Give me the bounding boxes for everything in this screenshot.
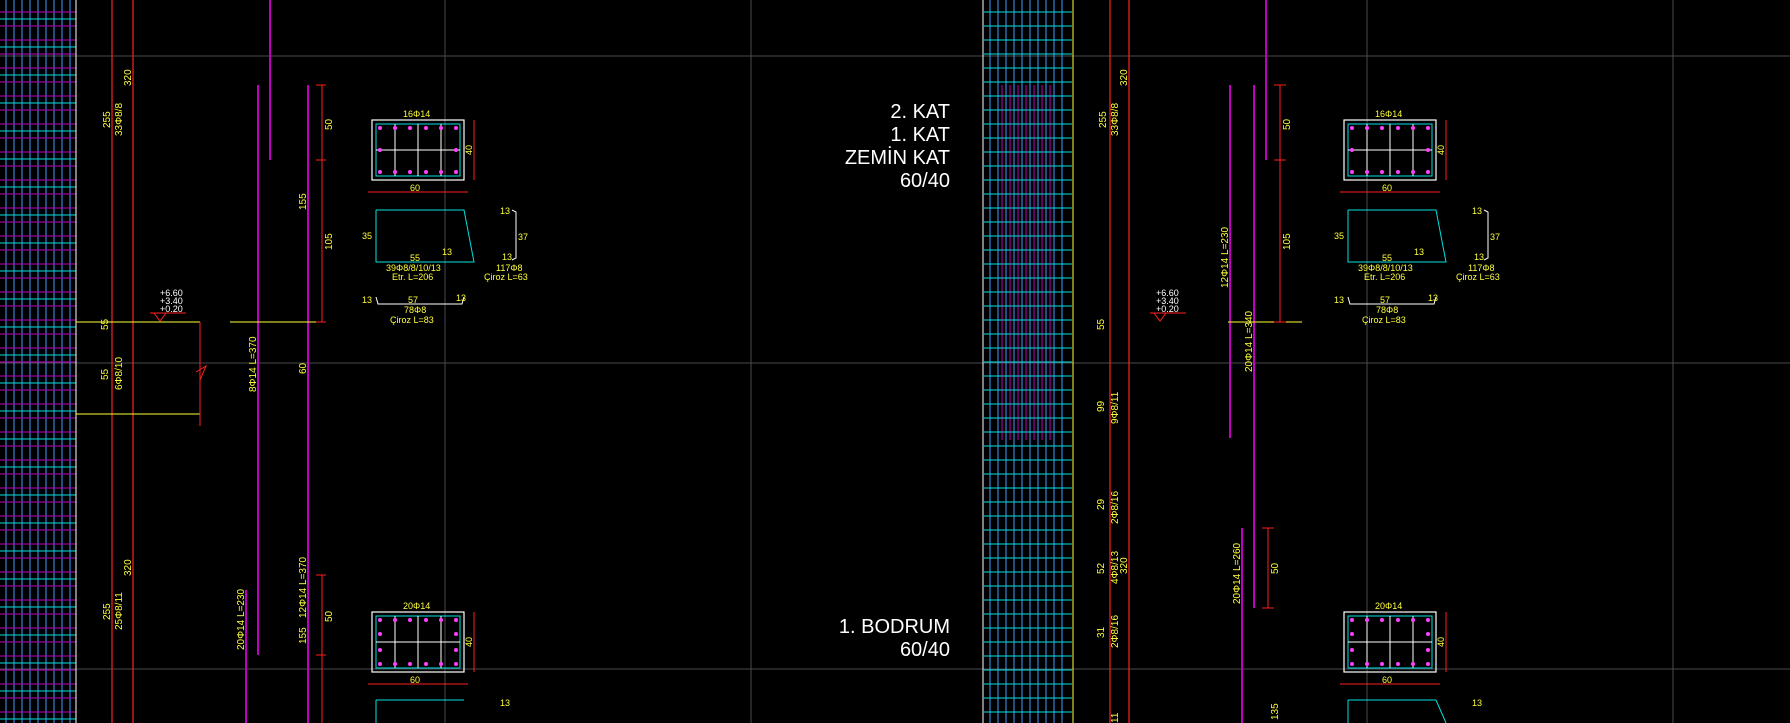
left-dim-320-top: 320 (123, 69, 134, 86)
bottom-right-bars: 20Φ14 (1375, 601, 1402, 611)
right-bar-c: 20Φ14 L=260 (1232, 542, 1243, 604)
right-bar-b: 20Φ14 L=340 (1244, 310, 1255, 372)
left-bar-d105: 105 (324, 233, 335, 250)
top-right-tie-37: 37 (1490, 232, 1500, 242)
top-right-stirrup-etr: Etr. L=206 (1364, 272, 1405, 282)
top-left-tie-13b: 13 (502, 252, 512, 262)
left-rebar-mesh (0, 0, 77, 723)
top-right-height: 40 (1436, 145, 1446, 155)
left-stirrup-mid: 6Φ8/10 (114, 357, 125, 390)
bottom-right-tie-13: 13 (1472, 698, 1482, 708)
top-left-width: 60 (410, 183, 420, 193)
section-bottom-right: 20Φ14 60 40 13 (1340, 601, 1482, 723)
top-right-cross-label: 78Φ8 (1376, 305, 1398, 315)
floor-label-1kat: 1. KAT (890, 124, 950, 146)
top-right-tie-13a: 13 (1472, 206, 1482, 216)
left-column-labels: 320 255 33Φ8/8 55 55 6Φ8/10 320 255 25Φ8… (100, 69, 335, 650)
floor-label-size-top: 60/40 (900, 170, 950, 192)
right-dim-320-top: 320 (1119, 69, 1130, 86)
right-dim-55: 55 (1096, 318, 1107, 330)
right-stirrup-a: 9Φ8/11 (1110, 391, 1121, 424)
bottom-left-bars: 20Φ14 (403, 601, 430, 611)
left-stirrup-top: 33Φ8/8 (114, 103, 125, 136)
top-right-cross-13a: 13 (1334, 295, 1344, 305)
top-left-tie-13a: 13 (500, 206, 510, 216)
top-left-bars: 16Φ14 (403, 109, 430, 119)
right-stirrup-top: 33Φ8/8 (1110, 103, 1121, 136)
top-left-stirrup-35: 35 (362, 231, 372, 241)
right-stirrup-d: 2Φ8/16 (1110, 615, 1121, 648)
top-left-cross-label: 78Φ8 (404, 305, 426, 315)
left-bar-d155-b: 155 (298, 627, 309, 644)
right-dim-11: 11 (1110, 712, 1121, 723)
left-level-020: +0.20 (160, 304, 183, 314)
left-dim-55-b: 55 (100, 368, 111, 380)
bottom-left-height: 40 (464, 637, 474, 647)
bottom-left-tie-13: 13 (500, 698, 510, 708)
top-left-cross-len: Çiroz L=83 (390, 315, 434, 325)
section-bottom-left: 20Φ14 60 40 13 (368, 601, 510, 723)
bottom-left-width: 60 (410, 675, 420, 685)
top-right-stirrup-13: 13 (1414, 247, 1424, 257)
left-bar-d60: 60 (298, 362, 309, 374)
top-left-cross-57: 57 (408, 295, 418, 305)
right-stirrup-b: 2Φ8/16 (1110, 491, 1121, 524)
right-dim-29: 29 (1096, 498, 1107, 510)
top-left-cross-13b: 13 (456, 293, 466, 303)
top-left-tie-37: 37 (518, 232, 528, 242)
top-left-cross-13a: 13 (362, 295, 372, 305)
top-left-stirrup-etr: Etr. L=206 (392, 272, 433, 282)
top-right-cross-57: 57 (1380, 295, 1390, 305)
bottom-right-height: 40 (1436, 637, 1446, 647)
cad-drawing[interactable]: 320 255 33Φ8/8 55 55 6Φ8/10 320 255 25Φ8… (0, 0, 1790, 723)
left-stirrup-bot: 25Φ8/11 (114, 592, 125, 630)
left-bar-c: 12Φ14 L=370 (298, 556, 309, 618)
left-dim-55-a: 55 (100, 318, 111, 330)
floor-label-zemin: ZEMİN KAT (845, 146, 950, 169)
right-dim-255-top: 255 (1098, 111, 1109, 128)
floor-label-bodrum: 1. BODRUM (839, 616, 950, 638)
floor-label-size-bottom: 60/40 (900, 639, 950, 661)
top-left-tie-len: Çiroz L=63 (484, 272, 528, 282)
left-dim-255-bot: 255 (102, 603, 113, 620)
right-level-020: +0.20 (1156, 304, 1179, 314)
right-bar-d105: 105 (1282, 233, 1293, 250)
top-right-bars: 16Φ14 (1375, 109, 1402, 119)
top-right-tie-13b: 13 (1474, 252, 1484, 262)
top-right-stirrup-55: 55 (1382, 253, 1392, 263)
right-dim-320-b: 320 (1119, 557, 1130, 574)
left-bar-a: 8Φ14 L=370 (248, 336, 259, 392)
top-right-cross-13b: 13 (1428, 293, 1438, 303)
top-left-height: 40 (464, 145, 474, 155)
left-bar-d50-b: 50 (324, 610, 335, 622)
top-right-width: 60 (1382, 183, 1392, 193)
floor-labels: 2. KAT 1. KAT ZEMİN KAT 60/40 1. BODRUM … (839, 101, 950, 661)
right-dim-99: 99 (1096, 400, 1107, 412)
top-left-stirrup-55: 55 (410, 253, 420, 263)
right-rebar-mesh (982, 0, 1074, 723)
top-right-tie-len: Çiroz L=63 (1456, 272, 1500, 282)
bottom-right-width: 60 (1382, 675, 1392, 685)
right-column-elevation (1109, 0, 1302, 723)
left-bar-d155: 155 (298, 193, 309, 210)
floor-label-2kat: 2. KAT (890, 101, 950, 123)
right-bar-d50: 50 (1282, 118, 1293, 130)
top-right-stirrup-35: 35 (1334, 231, 1344, 241)
section-top-right: 16Φ14 60 40 35 55 13 39Φ8/8/10/13 Etr. L… (1334, 109, 1500, 325)
right-column-labels: 320 255 33Φ8/8 55 99 9Φ8/11 29 2Φ8/16 52… (1096, 69, 1293, 723)
right-bar-a: 12Φ14 L=230 (1220, 226, 1231, 288)
top-right-cross-len: Çiroz L=83 (1362, 315, 1406, 325)
right-bar-d135: 135 (1270, 703, 1281, 720)
left-bar-b: 20Φ14 L=230 (236, 588, 247, 650)
right-dim-31: 31 (1096, 626, 1107, 638)
left-dim-320-bot: 320 (123, 559, 134, 576)
right-bar-d50-b: 50 (1270, 562, 1281, 574)
top-left-stirrup-13: 13 (442, 247, 452, 257)
right-dim-52: 52 (1096, 562, 1107, 574)
left-dim-255-top: 255 (102, 111, 113, 128)
left-bar-d50: 50 (324, 118, 335, 130)
